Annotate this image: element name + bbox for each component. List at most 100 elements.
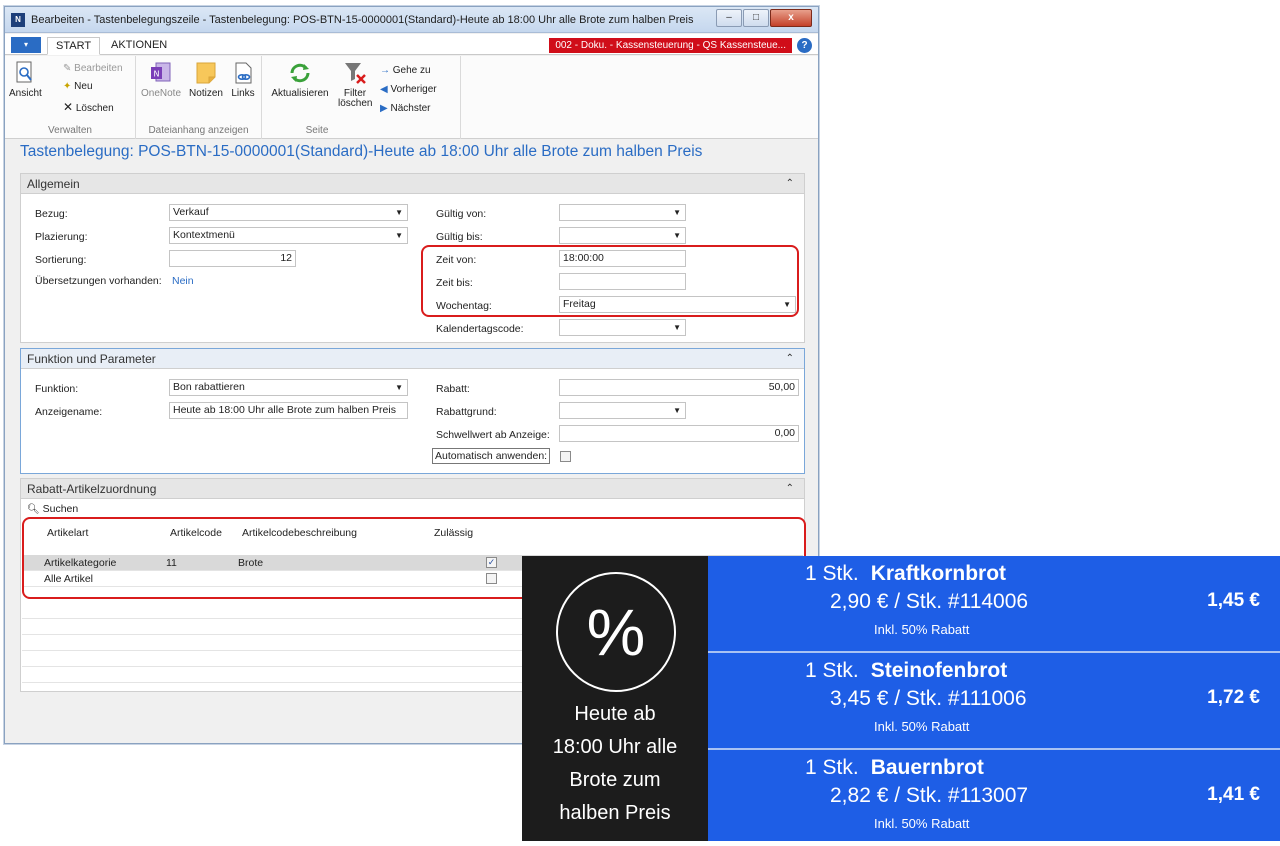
- ribbon: Ansicht ✎ Bearbeiten ✦ Neu ✕ Löschen Ver…: [5, 56, 818, 139]
- app-icon: N: [11, 13, 25, 27]
- close-button[interactable]: x: [770, 9, 812, 27]
- line-total: 1,41 €: [1207, 784, 1260, 805]
- line-qty-name: 1 Stk. Steinofenbrot: [805, 659, 1007, 683]
- percent-icon: %: [556, 572, 676, 692]
- application-menu-button[interactable]: ▾: [11, 37, 41, 53]
- neu-button[interactable]: ✦ Neu: [63, 81, 93, 92]
- line-qty: 1 Stk.: [805, 756, 859, 779]
- kalendertag-select[interactable]: ▼: [559, 319, 686, 336]
- onenote-button[interactable]: N OneNote: [138, 60, 184, 99]
- line-discount: Inkl. 50% Rabatt: [874, 719, 970, 734]
- highlight-time-fields: [421, 245, 799, 317]
- aktualisieren-button[interactable]: Aktualisieren: [266, 60, 334, 99]
- line-qty: 1 Stk.: [805, 659, 859, 682]
- chevron-down-icon: ▼: [395, 208, 403, 217]
- fasttab-header-allgemein[interactable]: Allgemein ⌃: [21, 174, 804, 194]
- funktion-title: Funktion und Parameter: [27, 352, 156, 366]
- ribbon-tabs: ▾ START AKTIONEN 002 - Doku. - Kassenste…: [5, 34, 818, 55]
- onenote-icon: N: [149, 60, 173, 86]
- company-badge[interactable]: 002 - Doku. - Kassensteuerung - QS Kasse…: [549, 38, 792, 53]
- ribbon-group-verwalten: Ansicht ✎ Bearbeiten ✦ Neu ✕ Löschen Ver…: [5, 56, 136, 139]
- receipt-line[interactable]: 1 Stk. Bauernbrot 2,82 € / Stk. #113007 I…: [708, 750, 1280, 846]
- ribbon-group-dateianhang: N OneNote Notizen Links Dateianhang anze…: [136, 56, 262, 139]
- line-price: 2,82 € / Stk. #113007: [830, 784, 1029, 807]
- vorheriger-button[interactable]: ◀ Vorheriger: [380, 84, 437, 95]
- collapse-icon[interactable]: ⌃: [786, 479, 794, 499]
- rabatt-input[interactable]: 50,00: [559, 379, 799, 396]
- filter-loeschen-button[interactable]: Filter löschen: [338, 60, 372, 109]
- automatisch-checkbox[interactable]: [560, 451, 571, 462]
- gehe-zu-label: Gehe zu: [392, 65, 431, 76]
- bearbeiten-button[interactable]: ✎ Bearbeiten: [63, 63, 123, 74]
- notizen-button[interactable]: Notizen: [186, 60, 226, 99]
- suchen-button[interactable]: 🔍︎ Suchen: [27, 503, 78, 515]
- filter-label-2: löschen: [338, 98, 373, 109]
- chevron-down-icon: ▼: [673, 323, 681, 332]
- ribbon-group-seite: Aktualisieren Filter löschen → Gehe zu ◀…: [262, 56, 461, 139]
- sortierung-input[interactable]: 12: [169, 250, 296, 267]
- bearbeiten-label: Bearbeiten: [74, 63, 123, 74]
- maximize-button[interactable]: □: [743, 9, 769, 27]
- line-price: 3,45 € / Stk. #111006: [830, 687, 1027, 710]
- links-button[interactable]: Links: [228, 60, 258, 99]
- line-total: 1,45 €: [1207, 590, 1260, 611]
- chevron-down-icon: ▼: [395, 383, 403, 392]
- minimize-button[interactable]: –: [716, 9, 742, 27]
- uebersetzungen-label: Übersetzungen vorhanden:: [35, 275, 162, 287]
- neu-label: Neu: [74, 81, 93, 92]
- rabattgrund-select[interactable]: ▼: [559, 402, 686, 419]
- receipt-line[interactable]: 1 Stk. Steinofenbrot 3,45 € / Stk. #11100…: [708, 653, 1280, 749]
- line-name: Bauernbrot: [870, 756, 984, 779]
- line-name: Kraftkornbrot: [870, 562, 1007, 585]
- plazierung-select[interactable]: Kontextmenü ▼: [169, 227, 408, 244]
- window-controls: – □ x: [715, 9, 812, 27]
- line-qty-name: 1 Stk. Kraftkornbrot: [805, 562, 1006, 586]
- chevron-down-icon: ▼: [673, 208, 681, 217]
- tab-aktionen[interactable]: AKTIONEN: [103, 37, 175, 55]
- collapse-icon[interactable]: ⌃: [786, 174, 794, 194]
- chevron-down-icon: ▼: [673, 231, 681, 240]
- fasttab-header-funktion[interactable]: Funktion und Parameter ⌃: [21, 349, 804, 369]
- group-label-verwalten: Verwalten: [48, 125, 92, 136]
- group-label-dateianhang: Dateianhang anzeigen: [148, 125, 249, 136]
- group-label-seite: Seite: [305, 125, 329, 136]
- ansicht-button[interactable]: Ansicht: [9, 60, 42, 99]
- uebersetzungen-link[interactable]: Nein: [172, 275, 194, 287]
- receipt-line[interactable]: 1 Stk. Kraftkornbrot 2,90 € / Stk. #11400…: [708, 556, 1280, 652]
- aktualisieren-label: Aktualisieren: [271, 88, 329, 99]
- pencil-icon: ✎: [63, 63, 75, 74]
- rabatt-label: Rabatt:: [436, 383, 470, 395]
- fasttab-funktion: Funktion und Parameter ⌃: [20, 348, 805, 474]
- bezug-value: Verkauf: [173, 206, 209, 218]
- gueltig-bis-label: Gültig bis:: [436, 231, 483, 243]
- page-title: Tastenbelegung: POS-BTN-15-0000001(Stand…: [20, 143, 703, 160]
- plazierung-label: Plazierung:: [35, 231, 88, 243]
- funktion-select[interactable]: Bon rabattieren ▼: [169, 379, 408, 396]
- tab-start[interactable]: START: [47, 37, 101, 55]
- ansicht-label: Ansicht: [9, 88, 42, 99]
- onenote-label: OneNote: [140, 88, 182, 99]
- new-icon: ✦: [63, 81, 72, 92]
- gehe-zu-button[interactable]: → Gehe zu: [380, 65, 431, 76]
- loeschen-label: Löschen: [75, 103, 114, 114]
- schwellwert-input[interactable]: 0,00: [559, 425, 799, 442]
- loeschen-button[interactable]: ✕ Löschen: [63, 100, 114, 114]
- funktion-label: Funktion:: [35, 383, 79, 395]
- discount-button[interactable]: % Heute ab 18:00 Uhr alle Brote zum halb…: [522, 556, 708, 841]
- gueltig-bis-select[interactable]: ▼: [559, 227, 686, 244]
- naechster-button[interactable]: ▶ Nächster: [380, 103, 431, 114]
- fasttab-header-zuordnung[interactable]: Rabatt-Artikelzuordnung ⌃: [21, 479, 804, 499]
- collapse-icon[interactable]: ⌃: [786, 349, 794, 369]
- line-name: Steinofenbrot: [870, 659, 1008, 682]
- line-price: 2,90 € / Stk. #114006: [830, 590, 1029, 613]
- plazierung-value: Kontextmenü: [173, 229, 235, 241]
- delete-icon: ✕: [63, 100, 74, 114]
- discount-button-text: Heute ab 18:00 Uhr alle Brote zum halben…: [522, 698, 708, 830]
- bezug-select[interactable]: Verkauf ▼: [169, 204, 408, 221]
- schwellwert-label: Schwellwert ab Anzeige:: [436, 429, 550, 441]
- help-icon[interactable]: ?: [797, 38, 812, 53]
- anzeigename-input[interactable]: Heute ab 18:00 Uhr alle Brote zum halben…: [169, 402, 408, 419]
- anzeigename-label: Anzeigename:: [35, 406, 103, 418]
- gueltig-von-select[interactable]: ▼: [559, 204, 686, 221]
- line-discount: Inkl. 50% Rabatt: [874, 622, 970, 637]
